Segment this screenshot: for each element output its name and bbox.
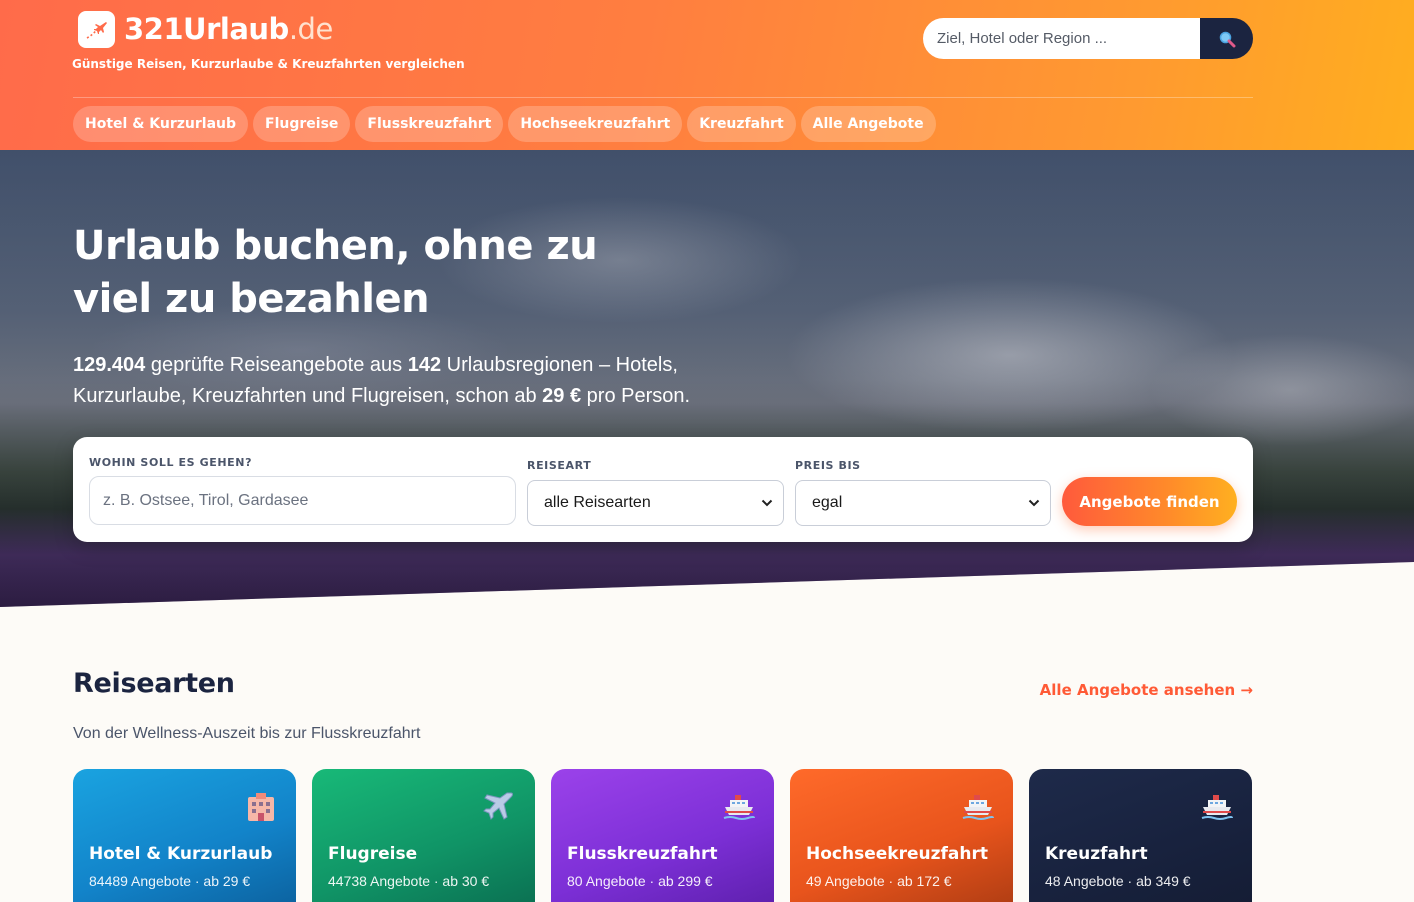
hotel-icon	[248, 793, 274, 821]
travel-type-cards: Hotel & Kurzurlaub 84489 Angebote · ab 2…	[73, 769, 1252, 902]
search-form: WOHIN SOLL ES GEHEN? REISEART alle Reise…	[73, 437, 1253, 542]
hero-subtitle: 129.404 geprüfte Reiseangebote aus 142 U…	[73, 354, 691, 407]
logo-wordmark: 321Urlaub.de	[124, 12, 333, 46]
hero-title: Urlaub buchen, ohne zu viel zu bezahlen	[73, 223, 598, 322]
card-title: Flusskreuzfahrt	[567, 844, 718, 864]
card-hotel-kurzurlaub[interactable]: Hotel & Kurzurlaub 84489 Angebote · ab 2…	[73, 769, 296, 902]
site-tagline: Günstige Reisen, Kurzurlaube & Kreuzfahr…	[72, 57, 465, 71]
price-label: PREIS BIS	[795, 459, 861, 472]
section-subtitle: Von der Wellness-Auszeit bis zur Flusskr…	[73, 725, 421, 742]
card-title: Hotel & Kurzurlaub	[89, 844, 273, 864]
card-kreuzfahrt[interactable]: Kreuzfahrt 48 Angebote · ab 349 €	[1029, 769, 1252, 902]
card-title: Kreuzfahrt	[1045, 844, 1148, 864]
ship-icon	[962, 795, 994, 820]
destination-input[interactable]	[89, 476, 516, 525]
card-flugreise[interactable]: Flugreise 44738 Angebote · ab 30 €	[312, 769, 535, 902]
price-select[interactable]: egal	[795, 480, 1051, 526]
site-header: 321Urlaub.de Günstige Reisen, Kurzurlaub…	[0, 0, 1414, 150]
price-value: egal	[812, 494, 843, 511]
card-flusskreuzfahrt[interactable]: Flusskreuzfahrt 80 Angebote · ab 299 €	[551, 769, 774, 902]
chevron-down-icon	[761, 499, 773, 507]
card-title: Flugreise	[328, 844, 418, 864]
nav-item-flugreise[interactable]: Flugreise	[253, 106, 351, 142]
ship-icon	[723, 795, 755, 820]
card-meta: 84489 Angebote · ab 29 €	[89, 873, 251, 889]
card-meta: 48 Angebote · ab 349 €	[1045, 873, 1191, 889]
header-search-input[interactable]	[923, 18, 1200, 59]
card-hochseekreuzfahrt[interactable]: Hochseekreuzfahrt 49 Angebote · ab 172 €	[790, 769, 1013, 902]
nav-item-hotel-kurzurlaub[interactable]: Hotel & Kurzurlaub	[73, 106, 249, 142]
nav-item-hochseekreuzfahrt[interactable]: Hochseekreuzfahrt	[508, 106, 683, 142]
search-icon	[1219, 31, 1235, 47]
nav-item-flusskreuzfahrt[interactable]: Flusskreuzfahrt	[355, 106, 504, 142]
section-title: Reisearten	[73, 668, 235, 699]
nav-divider	[73, 97, 1253, 98]
travel-type-select[interactable]: alle Reisearten	[527, 480, 784, 526]
header-search-button[interactable]	[1200, 18, 1253, 59]
nav-item-alle-angebote[interactable]: Alle Angebote	[800, 106, 936, 142]
airplane-icon	[483, 792, 513, 820]
travel-type-value: alle Reisearten	[544, 494, 651, 511]
ship-icon	[1201, 795, 1233, 820]
main-nav: Hotel & Kurzurlaub Flugreise Flusskreuzf…	[73, 106, 936, 142]
airplane-logo-icon	[78, 10, 115, 48]
destination-label: WOHIN SOLL ES GEHEN?	[89, 456, 253, 469]
card-meta: 44738 Angebote · ab 30 €	[328, 873, 490, 889]
travel-type-label: REISEART	[527, 459, 592, 472]
nav-item-kreuzfahrt[interactable]: Kreuzfahrt	[687, 106, 796, 142]
all-offers-link[interactable]: Alle Angebote ansehen →	[1040, 681, 1253, 699]
card-meta: 80 Angebote · ab 299 €	[567, 873, 713, 889]
header-search	[923, 18, 1253, 59]
find-offers-button[interactable]: Angebote finden	[1062, 477, 1237, 526]
card-title: Hochseekreuzfahrt	[806, 844, 988, 864]
chevron-down-icon	[1028, 499, 1040, 507]
card-meta: 49 Angebote · ab 172 €	[806, 873, 952, 889]
site-logo[interactable]: 321Urlaub.de	[78, 10, 333, 48]
